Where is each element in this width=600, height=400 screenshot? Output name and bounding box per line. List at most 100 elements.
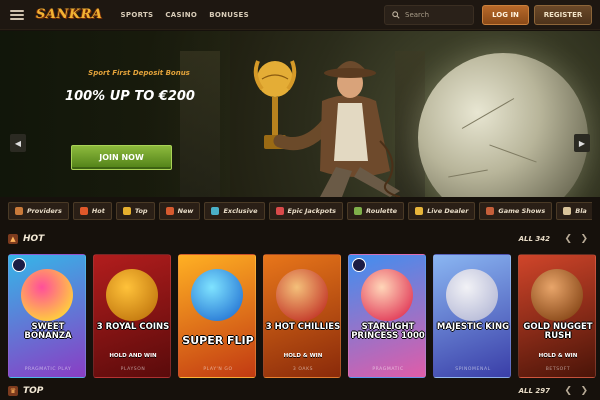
mic-icon (486, 207, 495, 215)
game-title: GOLD NUGGET RUSH (523, 322, 593, 341)
game-title: STARLIGHT PRINCESS 1000 (351, 322, 425, 341)
game-provider: PLAYSON (120, 367, 146, 372)
category-epic-jackpots[interactable]: Epic Jackpots (268, 202, 344, 220)
nav-casino[interactable]: CASINO (165, 11, 197, 19)
category-hot[interactable]: Hot (72, 202, 112, 220)
section-title: TOP (23, 386, 44, 396)
game-artwork (21, 269, 73, 321)
game-title: 3 ROYAL COINS (96, 322, 170, 332)
hero-banner[interactable]: Sport First Deposit Bonus 100% UP TO €20… (0, 31, 600, 197)
game-tile[interactable]: GOLD NUGGET RUSH HOLD & WIN BETSOFT (518, 254, 596, 378)
join-now-button[interactable]: JOIN NOW (71, 145, 172, 170)
category-game-shows[interactable]: Game Shows (479, 202, 553, 220)
jackpot-icon (275, 207, 284, 215)
game-provider: SPINOMENAL (455, 367, 491, 372)
category-new[interactable]: New (158, 202, 201, 220)
provider-badge-icon (352, 258, 366, 272)
section-title: HOT (23, 234, 45, 244)
game-subtitle: HOLD & WIN (538, 353, 578, 359)
category-label: Providers (27, 207, 62, 215)
chevron-left-icon: ◀ (14, 138, 22, 148)
category-live-dealer[interactable]: Live Dealer (408, 202, 476, 220)
game-artwork (191, 269, 243, 321)
flame-icon: ▲ (8, 234, 18, 244)
game-subtitle: HOLD & WIN (283, 353, 323, 359)
category-label: Top (134, 207, 148, 215)
category-label: Epic Jackpots (287, 207, 337, 215)
game-provider: 3 OAKS (292, 367, 314, 372)
promo-title: 100% UP TO €200 (65, 89, 195, 104)
game-tile[interactable]: STARLIGHT PRINCESS 1000 PRAGMATIC (348, 254, 426, 378)
category-bla[interactable]: Bla (556, 202, 592, 220)
game-tile[interactable]: SUPER FLIP PLAY'N GO (178, 254, 256, 378)
chevron-right-icon: ▶ (578, 138, 586, 148)
category-providers[interactable]: Providers (8, 202, 69, 220)
category-roulette[interactable]: Roulette (347, 202, 405, 220)
hot-prev-button[interactable]: ❮ (564, 234, 572, 244)
game-provider: PRAGMATIC (372, 367, 404, 372)
chevron-left-icon: ❮ (564, 386, 572, 396)
game-provider: BETSOFT (545, 367, 571, 372)
chevron-right-icon: ❯ (580, 234, 588, 244)
game-artwork (276, 269, 328, 321)
next-slide-button[interactable]: ▶ (574, 134, 590, 152)
category-bar: Providers Hot Top New Exclusive Epic Jackpots… (8, 202, 592, 220)
category-top[interactable]: Top (115, 202, 155, 220)
top-prev-button[interactable]: ❮ (564, 386, 572, 396)
game-provider: PRAGMATIC PLAY (24, 367, 72, 372)
menu-icon[interactable] (10, 9, 24, 20)
diamond-icon (211, 207, 220, 215)
chevron-right-icon: ❯ (580, 386, 588, 396)
game-artwork (361, 269, 413, 321)
game-tile[interactable]: 3 ROYAL COINS HOLD AND WIN PLAYSON (93, 254, 171, 378)
nav-bonuses[interactable]: BONUSES (209, 11, 249, 19)
game-provider: PLAY'N GO (203, 367, 233, 372)
star-icon (415, 207, 424, 215)
promo-kicker: Sport First Deposit Bonus (88, 69, 190, 77)
trophy-icon (253, 60, 297, 149)
category-label: Bla (575, 207, 587, 215)
game-artwork (106, 269, 158, 321)
adventurer-image (253, 60, 401, 197)
category-label: Game Shows (498, 207, 546, 215)
category-exclusive[interactable]: Exclusive (204, 202, 265, 220)
chevron-left-icon: ❮ (564, 234, 572, 244)
hot-next-button[interactable]: ❯ (580, 234, 588, 244)
flame-icon (79, 207, 88, 215)
search-input[interactable] (405, 11, 467, 19)
game-tile[interactable]: SWEET BONANZA PRAGMATIC PLAY (8, 254, 86, 378)
login-button[interactable]: LOG IN (482, 5, 529, 25)
main-nav: SPORTS CASINO BONUSES (121, 11, 249, 19)
crown-icon: ♛ (8, 386, 18, 396)
prev-slide-button[interactable]: ◀ (10, 134, 26, 152)
top-bar: SANKRA SPORTS CASINO BONUSES LOG IN REGI… (0, 0, 600, 30)
hot-games-row: SWEET BONANZA PRAGMATIC PLAY 3 ROYAL COINS… (8, 254, 596, 378)
boulder-image (418, 53, 588, 197)
category-label: New (177, 207, 194, 215)
nav-sports[interactable]: SPORTS (121, 11, 154, 19)
provider-badge-icon (12, 258, 26, 272)
top-next-button[interactable]: ❯ (580, 386, 588, 396)
roulette-icon (354, 207, 363, 215)
game-tile[interactable]: 3 HOT CHILLIES HOLD & WIN 3 OAKS (263, 254, 341, 378)
game-title: MAJESTIC KING (436, 322, 510, 332)
game-artwork (531, 269, 583, 321)
game-title: 3 HOT CHILLIES (265, 322, 341, 332)
hot-section-header: ▲ HOT ALL 342 ❮ ❯ (8, 232, 592, 246)
game-artwork (446, 269, 498, 321)
register-button[interactable]: REGISTER (534, 5, 592, 25)
all-top-link[interactable]: ALL 297 (519, 387, 550, 395)
cards-icon (563, 207, 572, 215)
game-title: SWEET BONANZA (24, 322, 72, 341)
game-tile[interactable]: MAJESTIC KING SPINOMENAL (433, 254, 511, 378)
all-hot-link[interactable]: ALL 342 (519, 235, 550, 243)
brand-logo[interactable]: SANKRA (36, 7, 103, 22)
top-section-header: ♛ TOP ALL 297 ❮ ❯ (8, 384, 592, 398)
providers-icon (15, 207, 23, 215)
game-title: SUPER FLIP (182, 334, 254, 347)
category-label: Exclusive (223, 207, 258, 215)
search-box[interactable] (384, 5, 474, 25)
crown-icon (122, 207, 131, 215)
new-icon (165, 207, 174, 215)
game-subtitle: HOLD AND WIN (109, 353, 157, 359)
